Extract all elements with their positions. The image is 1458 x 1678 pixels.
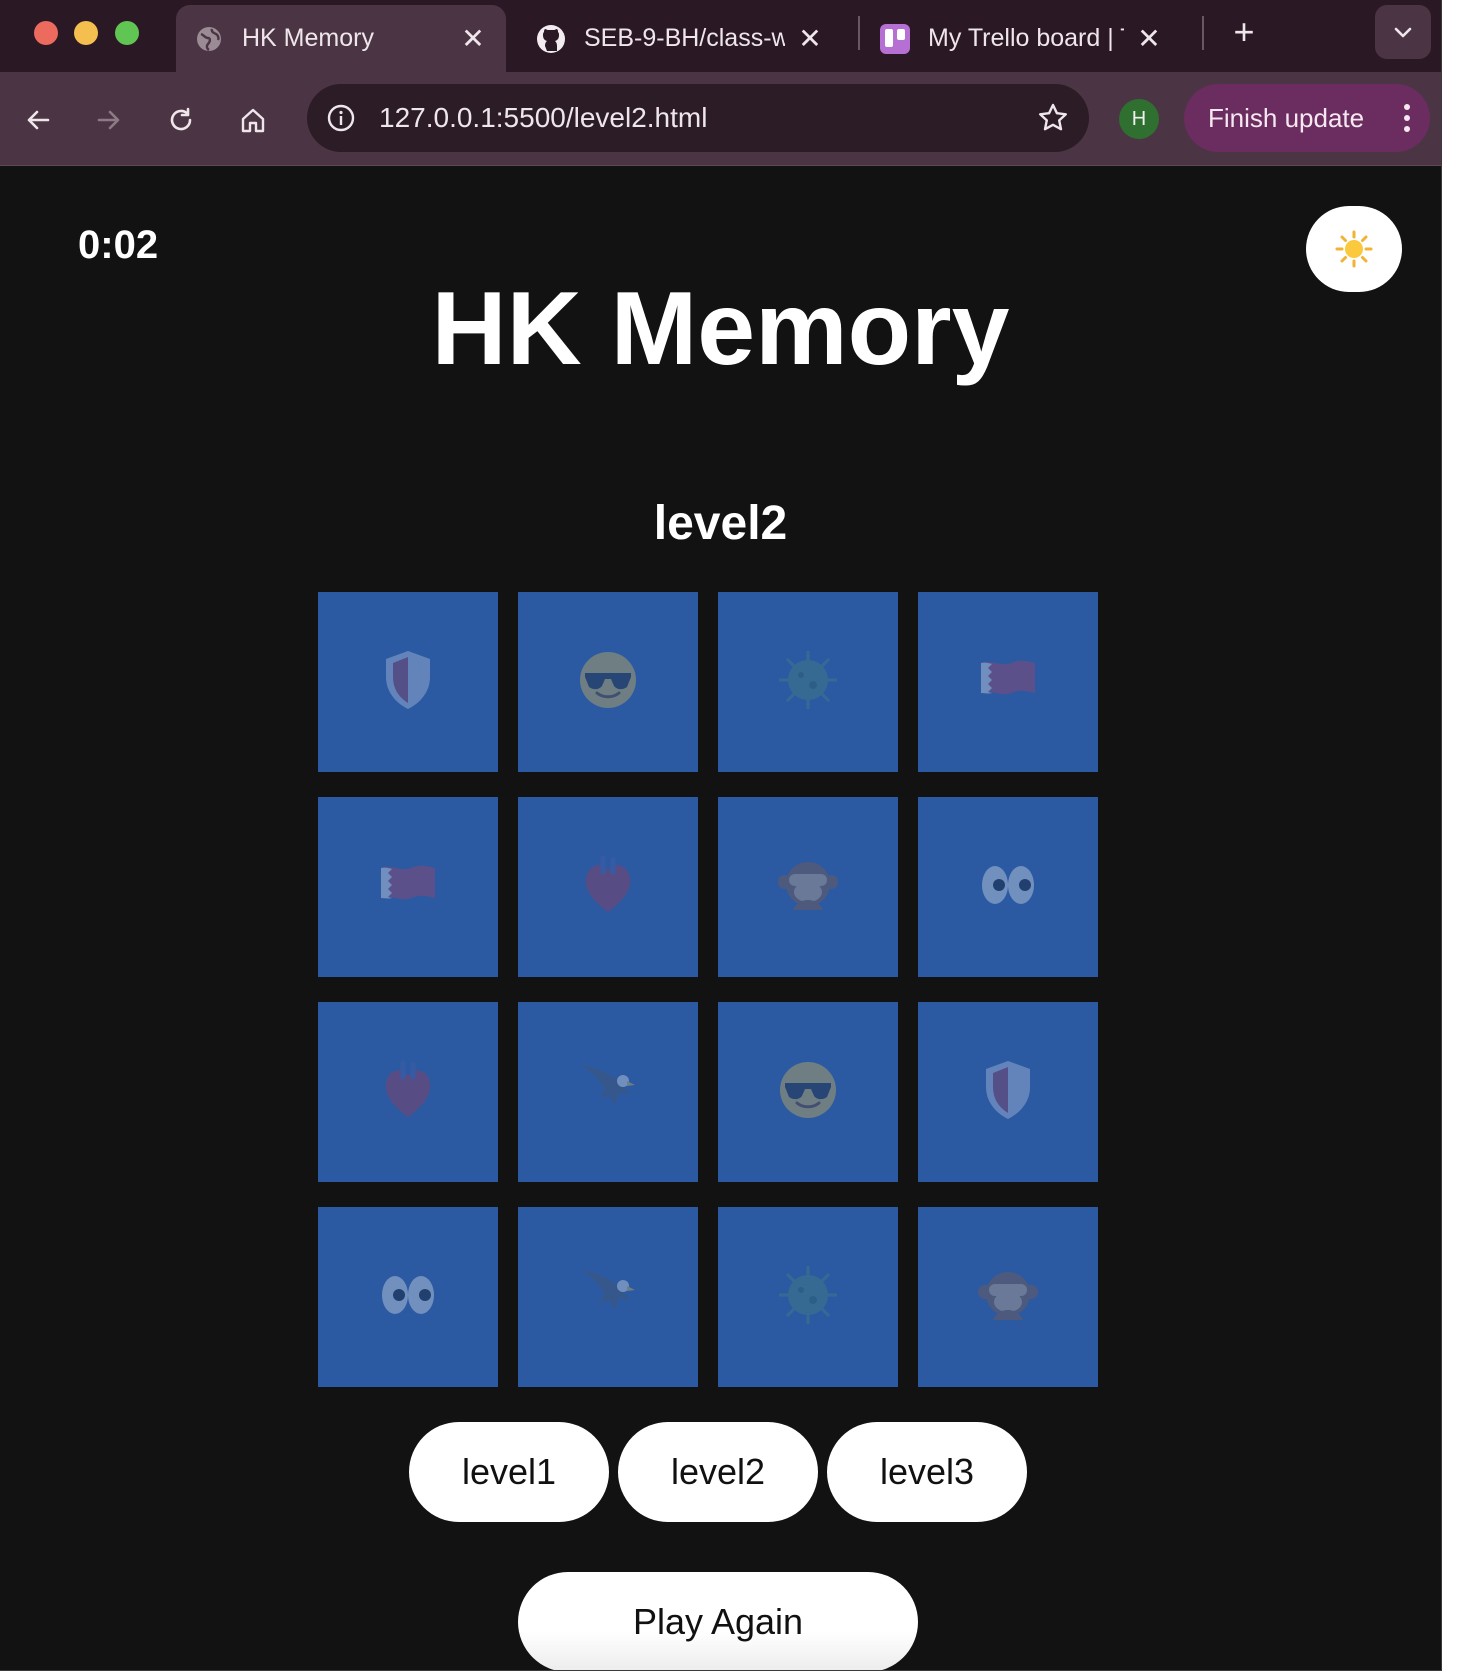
eagle-icon <box>575 1262 641 1333</box>
virus-icon <box>775 647 841 718</box>
home-button[interactable] <box>229 96 277 144</box>
profile-avatar[interactable]: H <box>1119 99 1159 139</box>
browser-window: HK Memory ✕ SEB-9-BH/class-w ✕ My Trello… <box>0 0 1442 1671</box>
back-button[interactable] <box>14 96 62 144</box>
sun-icon <box>1335 230 1373 268</box>
card-grid <box>318 592 1100 1387</box>
flag-icon <box>375 852 441 923</box>
play-again-button[interactable]: Play Again <box>518 1572 918 1670</box>
heart-organ-icon <box>375 1057 441 1128</box>
arrow-left-icon <box>27 110 50 130</box>
tab-search-button[interactable] <box>1375 5 1431 59</box>
github-icon <box>536 24 566 54</box>
globe-icon <box>194 24 224 54</box>
level2-button[interactable]: level2 <box>618 1422 818 1522</box>
game-timer: 0:02 <box>78 223 159 267</box>
maximize-window-button[interactable] <box>115 21 139 45</box>
url-text[interactable]: 127.0.0.1:5500/level2.html <box>379 84 707 152</box>
reload-icon <box>170 107 192 131</box>
arrow-right-icon <box>97 110 120 130</box>
tab-separator <box>858 16 860 50</box>
tab-hk-memory[interactable]: HK Memory ✕ <box>176 5 506 72</box>
memory-card[interactable] <box>318 797 498 977</box>
sunglasses-face-icon <box>775 1057 841 1128</box>
memory-card[interactable] <box>518 1002 698 1182</box>
memory-card[interactable] <box>318 1002 498 1182</box>
level-heading: level2 <box>653 497 788 550</box>
sunglasses-face-icon <box>575 647 641 718</box>
page-title: HK Memory <box>431 271 1010 387</box>
level1-button[interactable]: level1 <box>409 1422 609 1522</box>
tab-separator <box>1202 16 1204 50</box>
memory-card[interactable] <box>918 1207 1098 1387</box>
chevron-down-icon <box>1394 27 1412 38</box>
tab-github[interactable]: SEB-9-BH/class-w ✕ <box>518 5 843 72</box>
tab-title: My Trello board | T <box>928 24 1124 52</box>
close-tab-icon[interactable]: ✕ <box>795 22 825 55</box>
minimize-window-button[interactable] <box>74 21 98 45</box>
tab-strip: HK Memory ✕ SEB-9-BH/class-w ✕ My Trello… <box>0 0 1441 72</box>
tab-title: HK Memory <box>242 24 374 52</box>
tab-trello[interactable]: My Trello board | T ✕ <box>862 5 1182 72</box>
eyes-icon <box>375 1262 441 1333</box>
memory-card[interactable] <box>518 592 698 772</box>
heart-organ-icon <box>575 852 641 923</box>
close-tab-icon[interactable]: ✕ <box>1134 22 1164 55</box>
close-window-button[interactable] <box>34 21 58 45</box>
finish-update-label: Finish update <box>1208 102 1365 133</box>
forward-button[interactable] <box>85 96 133 144</box>
eagle-icon <box>575 1057 641 1128</box>
trello-icon <box>880 23 910 54</box>
memory-card[interactable] <box>718 797 898 977</box>
home-icon <box>241 108 265 133</box>
tab-title: SEB-9-BH/class-w <box>584 24 785 52</box>
memory-card[interactable] <box>918 1002 1098 1182</box>
memory-card[interactable] <box>718 592 898 772</box>
shield-icon <box>975 1057 1041 1128</box>
more-menu-icon[interactable] <box>1404 104 1410 132</box>
finish-update-button[interactable]: Finish update <box>1184 84 1430 152</box>
memory-card[interactable] <box>518 1207 698 1387</box>
page-content: 0:02 HK Memory level2 level1 level2 leve… <box>0 166 1441 1670</box>
memory-card[interactable] <box>918 592 1098 772</box>
level3-button[interactable]: level3 <box>827 1422 1027 1522</box>
browser-toolbar: 127.0.0.1:5500/level2.html H Finish upda… <box>0 72 1441 166</box>
see-no-evil-monkey-icon <box>975 1262 1041 1333</box>
flag-icon <box>975 647 1041 718</box>
reload-button[interactable] <box>157 96 205 144</box>
memory-card[interactable] <box>318 592 498 772</box>
bookmark-star-icon[interactable] <box>1033 98 1073 138</box>
memory-card[interactable] <box>718 1002 898 1182</box>
new-tab-button[interactable]: + <box>1222 10 1266 54</box>
memory-card[interactable] <box>718 1207 898 1387</box>
site-info-icon[interactable] <box>323 100 359 136</box>
memory-card[interactable] <box>918 797 1098 977</box>
eyes-icon <box>975 852 1041 923</box>
memory-card[interactable] <box>318 1207 498 1387</box>
address-bar[interactable]: 127.0.0.1:5500/level2.html <box>307 84 1089 152</box>
shield-icon <box>375 647 441 718</box>
see-no-evil-monkey-icon <box>775 852 841 923</box>
virus-icon <box>775 1262 841 1333</box>
close-tab-icon[interactable]: ✕ <box>458 22 488 55</box>
memory-card[interactable] <box>518 797 698 977</box>
